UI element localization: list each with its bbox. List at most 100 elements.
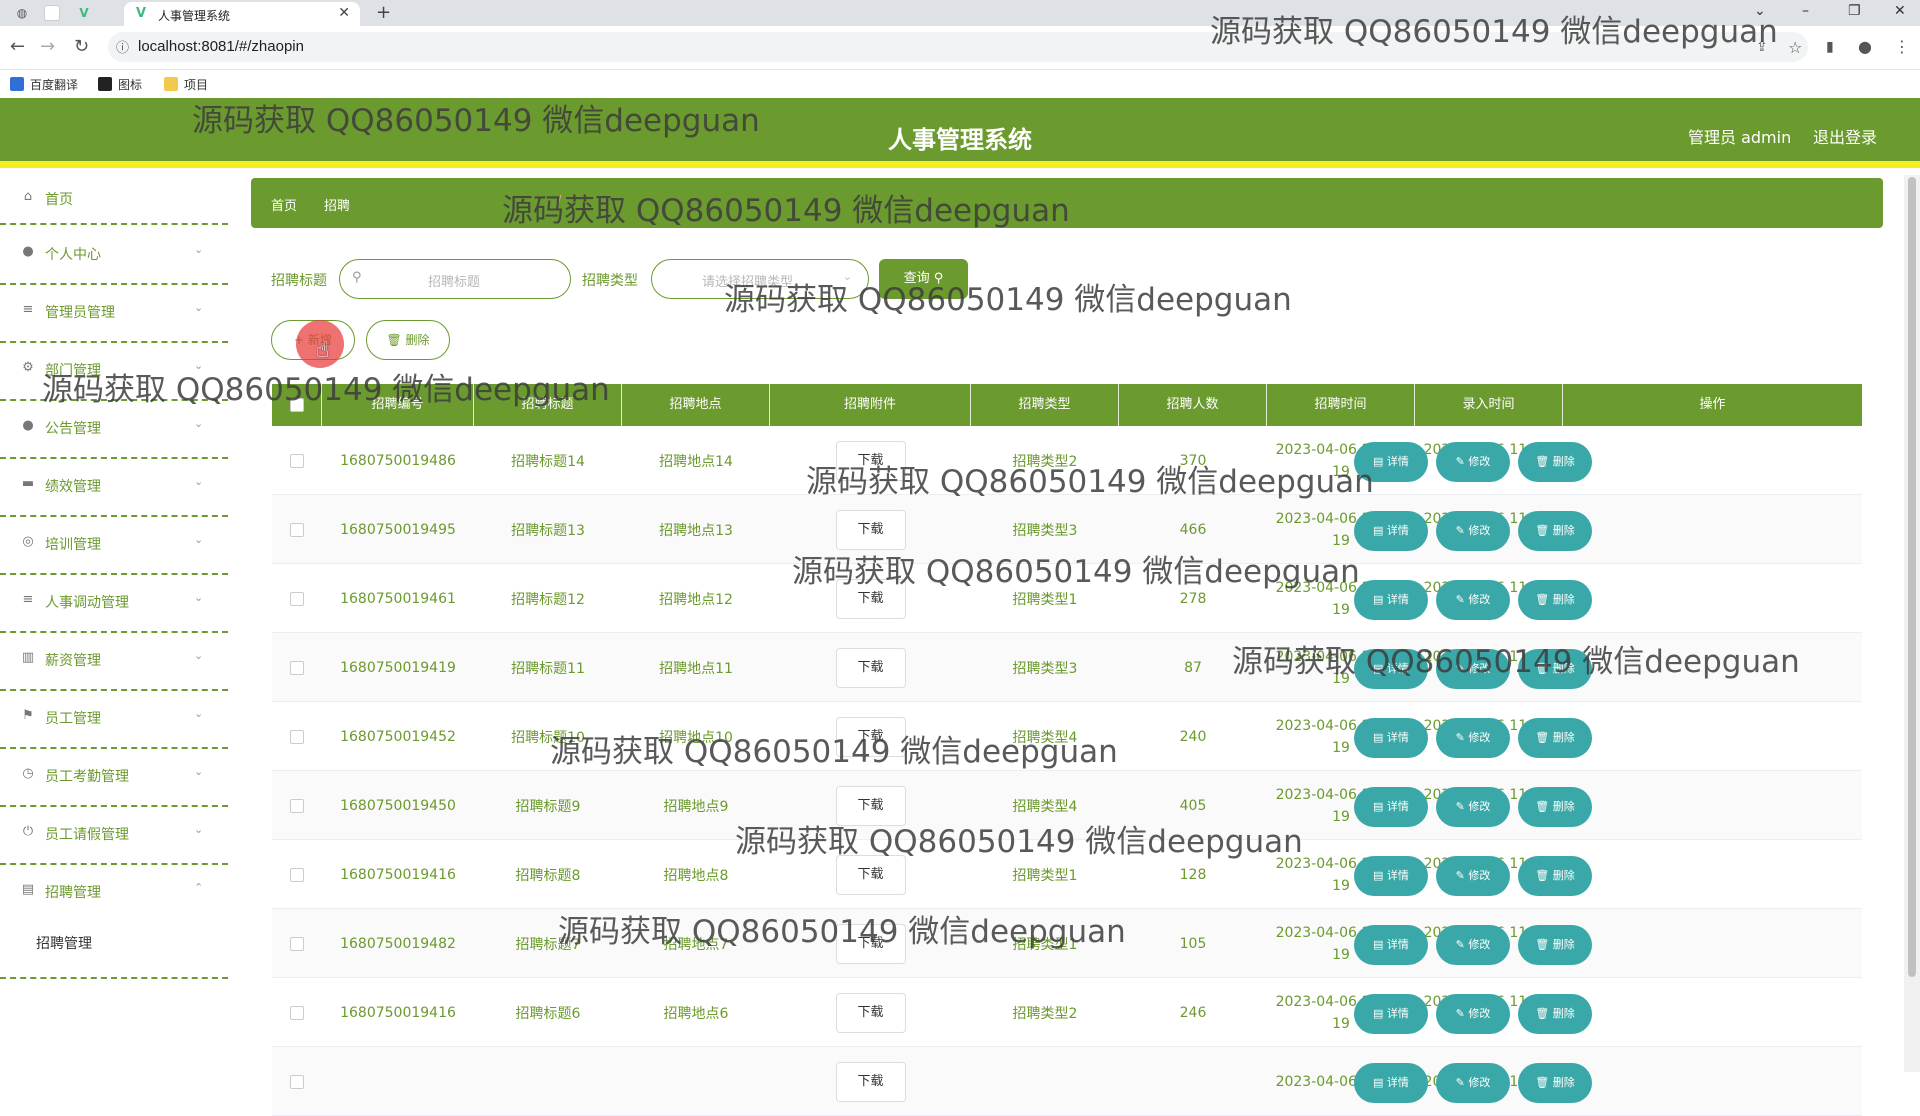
edit-button[interactable]: ✎ 修改	[1436, 994, 1510, 1034]
download-button[interactable]: 下载	[835, 440, 906, 481]
edit-button[interactable]: ✎ 修改	[1436, 718, 1510, 758]
download-button[interactable]: 下载	[835, 923, 906, 964]
chevron-down-icon[interactable]: ⌄	[1754, 3, 1766, 19]
column-header[interactable]: 招聘编号	[322, 384, 474, 426]
row-checkbox[interactable]	[290, 937, 304, 951]
title-search-input[interactable]: ⚲ 招聘标题	[339, 259, 571, 299]
sidebar-item-employee[interactable]: ⚑ 员工管理 ⌄	[0, 693, 228, 749]
sidebar-item-salary[interactable]: ▥ 薪资管理 ⌄	[0, 635, 228, 691]
download-button[interactable]: 下载	[835, 785, 906, 826]
column-header[interactable]: 招聘地点	[622, 384, 770, 426]
detail-button[interactable]: ▤ 详情	[1354, 994, 1428, 1034]
sidebar-item-training[interactable]: ◎ 培训管理 ⌄	[0, 519, 228, 575]
row-checkbox[interactable]	[290, 523, 304, 537]
restore-icon[interactable]: ❐	[1848, 3, 1861, 19]
sidebar-item-department[interactable]: ⚙ 部门管理 ⌄	[0, 345, 228, 401]
delete-button[interactable]: 🗑 删除	[1518, 925, 1592, 965]
profile-icon[interactable]: ●	[1858, 37, 1872, 56]
close-tab-icon[interactable]: ✕	[338, 5, 350, 21]
download-button[interactable]: 下载	[835, 716, 906, 757]
back-icon[interactable]: ←	[10, 36, 25, 57]
vertical-scrollbar[interactable]	[1904, 175, 1920, 1072]
column-header[interactable]: 录入时间	[1415, 384, 1563, 426]
column-header[interactable]: 招聘附件	[770, 384, 971, 426]
delete-button[interactable]: 🗑 删除	[1518, 1063, 1592, 1103]
row-checkbox[interactable]	[290, 1075, 304, 1089]
row-checkbox[interactable]	[290, 454, 304, 468]
close-window-icon[interactable]: ✕	[1894, 3, 1906, 19]
select-all-checkbox[interactable]	[290, 398, 304, 412]
star-icon[interactable]: ☆	[1788, 38, 1802, 57]
detail-button[interactable]: ▤ 详情	[1354, 649, 1428, 689]
row-checkbox[interactable]	[290, 799, 304, 813]
more-icon[interactable]: ⋮	[1894, 37, 1910, 56]
bookmark-item[interactable]: 项目	[164, 76, 208, 93]
detail-button[interactable]: ▤ 详情	[1354, 511, 1428, 551]
sidebar-item-profile[interactable]: ● 个人中心 ⌄	[0, 229, 228, 285]
minimize-icon[interactable]: –	[1802, 3, 1809, 19]
download-button[interactable]: 下载	[835, 992, 906, 1033]
detail-button[interactable]: ▤ 详情	[1354, 580, 1428, 620]
reload-icon[interactable]: ↻	[74, 36, 89, 57]
bookmark-item[interactable]: 百度翻译	[10, 76, 78, 93]
sidebar-item-transfer[interactable]: ≡ 人事调动管理 ⌄	[0, 577, 228, 633]
column-header[interactable]: 招聘时间	[1267, 384, 1415, 426]
sidebar-item-recruit[interactable]: ▤ 招聘管理 ⌃ 招聘管理	[0, 867, 228, 979]
breadcrumb-home[interactable]: 首页	[271, 195, 297, 214]
delete-button[interactable]: 🗑 删除	[1518, 649, 1592, 689]
detail-button[interactable]: ▤ 详情	[1354, 718, 1428, 758]
delete-button[interactable]: 🗑 删除	[1518, 718, 1592, 758]
sidebar-item-home[interactable]: ⌂ 首页	[0, 175, 228, 225]
delete-button[interactable]: 🗑 删除	[1518, 580, 1592, 620]
bookmark-item[interactable]: 图标	[98, 76, 142, 93]
edit-button[interactable]: ✎ 修改	[1436, 580, 1510, 620]
vue-icon[interactable]: V	[76, 5, 92, 21]
column-header[interactable]: 招聘标题	[474, 384, 622, 426]
row-checkbox[interactable]	[290, 661, 304, 675]
sidebar-toggle-icon[interactable]: ▮	[1826, 39, 1834, 55]
download-button[interactable]: 下载	[835, 854, 906, 895]
edit-button[interactable]: ✎ 修改	[1436, 787, 1510, 827]
forward-icon[interactable]: →	[40, 36, 55, 57]
row-checkbox[interactable]	[290, 868, 304, 882]
submenu-recruit[interactable]: 招聘管理	[36, 933, 92, 953]
edit-button[interactable]: ✎ 修改	[1436, 856, 1510, 896]
column-header[interactable]: 招聘类型	[971, 384, 1119, 426]
delete-button[interactable]: 🗑 删除	[1518, 787, 1592, 827]
download-button[interactable]: 下载	[835, 647, 906, 688]
delete-button[interactable]: 🗑 删除	[1518, 994, 1592, 1034]
sidebar-item-performance[interactable]: ▬ 绩效管理 ⌄	[0, 461, 228, 517]
detail-button[interactable]: ▤ 详情	[1354, 442, 1428, 482]
edit-button[interactable]: ✎ 修改	[1436, 442, 1510, 482]
detail-button[interactable]: ▤ 详情	[1354, 925, 1428, 965]
browser-menu-icon[interactable]: ◍	[14, 5, 30, 21]
edit-button[interactable]: ✎ 修改	[1436, 1063, 1510, 1103]
download-button[interactable]: 下载	[835, 1061, 906, 1102]
sidebar-item-attendance[interactable]: ◷ 员工考勤管理 ⌄	[0, 751, 228, 807]
column-header[interactable]: 招聘人数	[1119, 384, 1267, 426]
sidebar-item-admin[interactable]: ≡ 管理员管理 ⌄	[0, 287, 228, 343]
logout-button[interactable]: 退出登录	[1813, 124, 1877, 148]
edit-button[interactable]: ✎ 修改	[1436, 649, 1510, 689]
detail-button[interactable]: ▤ 详情	[1354, 856, 1428, 896]
detail-button[interactable]: ▤ 详情	[1354, 787, 1428, 827]
info-icon[interactable]: ⓘ	[116, 37, 129, 56]
edit-button[interactable]: ✎ 修改	[1436, 511, 1510, 551]
row-checkbox[interactable]	[290, 730, 304, 744]
browser-tab-active[interactable]: V 人事管理系统 ✕	[124, 2, 360, 26]
share-icon[interactable]: ⇪	[1756, 39, 1768, 55]
detail-button[interactable]: ▤ 详情	[1354, 1063, 1428, 1103]
download-button[interactable]: 下载	[835, 509, 906, 550]
download-button[interactable]: 下载	[835, 578, 906, 619]
scrollbar-thumb[interactable]	[1908, 177, 1916, 977]
row-checkbox[interactable]	[290, 592, 304, 606]
delete-button[interactable]: 🗑 删除	[1518, 442, 1592, 482]
sidebar-item-leave[interactable]: ⏻ 员工请假管理 ⌄	[0, 809, 228, 865]
url-field[interactable]: ⓘ localhost:8081/#/zhaopin	[108, 32, 1808, 62]
row-checkbox[interactable]	[290, 1006, 304, 1020]
query-button[interactable]: 查询 ⚲	[879, 259, 968, 299]
type-select[interactable]: 请选择招聘类型 ⌄	[651, 259, 869, 299]
delete-button[interactable]: 🗑 删除	[1518, 856, 1592, 896]
batch-delete-button[interactable]: 🗑 删除	[366, 320, 450, 360]
delete-button[interactable]: 🗑 删除	[1518, 511, 1592, 551]
